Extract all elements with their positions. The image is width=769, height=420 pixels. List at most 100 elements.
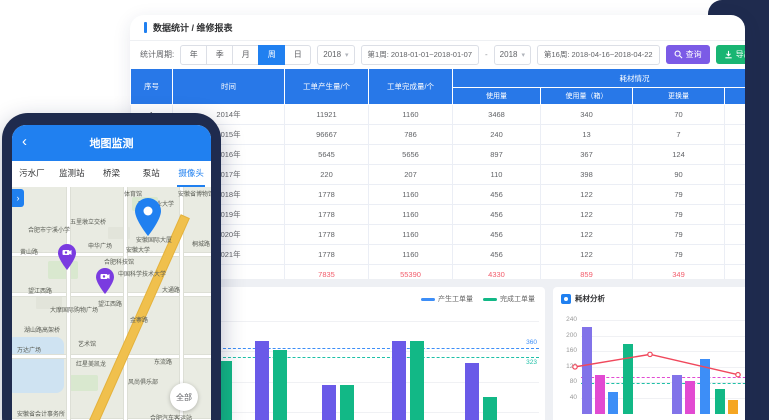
- sub-column-header: 金额: [725, 88, 746, 105]
- table-row[interactable]: 12014年1192111603468340702500: [131, 105, 746, 125]
- table-row[interactable]: 52018年177811604561227967: [131, 185, 746, 205]
- table-cell: 5656: [369, 145, 453, 165]
- consumable-bar: [715, 389, 725, 414]
- table-cell: 367: [541, 145, 633, 165]
- consumable-bar: [700, 359, 710, 414]
- bar-generated: [255, 341, 269, 420]
- table-cell: 67: [725, 245, 746, 265]
- table-cell: 5645: [285, 145, 369, 165]
- phone-tab[interactable]: 摄像头: [171, 161, 211, 187]
- all-filter-button[interactable]: 全部: [170, 383, 198, 411]
- map-label: 安徽省会计事务所: [17, 409, 65, 418]
- week-to-field[interactable]: 第16周: 2018-04-16~2018-04-22: [537, 45, 660, 65]
- table-row[interactable]: 62019年177811604561227967: [131, 205, 746, 225]
- stage: 数据统计 / 维修报表 统计周期: 年季月周日 2018 ▾ 第1周: 2018…: [0, 0, 769, 420]
- sub-column-header: 使用量: [453, 88, 541, 105]
- table-cell: 79: [633, 225, 725, 245]
- bar-generated: [392, 341, 406, 420]
- year-from-value: 2018: [323, 50, 341, 59]
- table-cell: 122: [541, 225, 633, 245]
- filter-bar: 统计周期: 年季月周日 2018 ▾ 第1周: 2018-01-01~2018-…: [130, 41, 745, 68]
- export-excel-button[interactable]: 导出Excel: [716, 45, 745, 64]
- table-cell: 3468: [453, 105, 541, 125]
- gridline: [581, 336, 745, 337]
- table-row[interactable]: 22015年96667786240137690: [131, 125, 746, 145]
- column-header: 工单完成量/个: [369, 69, 453, 105]
- period-option[interactable]: 日: [284, 45, 311, 65]
- table-cell: 1778: [285, 225, 369, 245]
- search-icon: [674, 50, 683, 59]
- map-label: 望江西路: [98, 299, 122, 308]
- table-cell: 240: [453, 125, 541, 145]
- table-cell: 690: [725, 125, 746, 145]
- year-from-select[interactable]: 2018 ▾: [317, 45, 354, 65]
- map-park-area: [70, 375, 98, 391]
- camera-pin[interactable]: [94, 267, 116, 295]
- period-option[interactable]: 季: [206, 45, 233, 65]
- year-to-select[interactable]: 2018 ▾: [494, 45, 531, 65]
- phone-screen: ‹ 地图监测 污水厂监测站桥梁泵站摄像头 体育馆安徽农业大学安徽省博物馆五里: [12, 125, 211, 420]
- map-label: 安徽省博物馆: [178, 189, 211, 198]
- period-option[interactable]: 周: [258, 45, 285, 65]
- table-cell: 19: [725, 165, 746, 185]
- phone-tab[interactable]: 泵站: [131, 161, 171, 187]
- table-cell: 122: [541, 245, 633, 265]
- sub-column-header: 使用量（箱）: [541, 88, 633, 105]
- table-row[interactable]: 32016年56455656897367124129: [131, 145, 746, 165]
- week-from-value: 第1周: 2018-01-01~2018-01-07: [368, 49, 472, 60]
- map-label: 艺术馆: [78, 339, 96, 348]
- export-button-label: 导出Excel: [736, 49, 745, 60]
- period-option[interactable]: 月: [232, 45, 259, 65]
- y-axis-tick-label: 160: [557, 347, 577, 354]
- map-label: 望江西路: [28, 286, 52, 295]
- y-axis-tick-label: 120: [557, 363, 577, 370]
- table-row[interactable]: 42017年2202071103989019: [131, 165, 746, 185]
- table-cell: 456: [453, 205, 541, 225]
- table-cell: 1160: [369, 205, 453, 225]
- workorder-chart-plot: 360323: [212, 287, 545, 420]
- table-cell: 456: [453, 225, 541, 245]
- phone-tab[interactable]: 监测站: [52, 161, 92, 187]
- period-option[interactable]: 年: [180, 45, 207, 65]
- table-cell: 897: [453, 145, 541, 165]
- table-cell: 786: [369, 125, 453, 145]
- consumable-bar: [685, 381, 695, 414]
- map-label: 申华广场: [88, 241, 112, 250]
- y-axis-tick-label: 80: [557, 378, 577, 385]
- consumables-chart-plot: 2402001601208040: [553, 287, 745, 420]
- phone-tab[interactable]: 污水厂: [12, 161, 52, 187]
- range-separator: -: [485, 50, 488, 59]
- camera-pin[interactable]: [56, 243, 78, 271]
- table-cell: 79: [633, 205, 725, 225]
- phone-tab[interactable]: 桥梁: [92, 161, 132, 187]
- week-to-value: 第16周: 2018-04-16~2018-04-22: [544, 49, 653, 60]
- table-row[interactable]: 72020年177811604561227967: [131, 225, 746, 245]
- table-cell: 1778: [285, 185, 369, 205]
- map-expand-toggle[interactable]: ›: [12, 189, 24, 207]
- back-chevron-icon[interactable]: ‹: [22, 134, 27, 149]
- column-header: 序号: [131, 69, 173, 105]
- y-axis-tick-label: 40: [557, 394, 577, 401]
- map-label: 合肥科技馆: [104, 257, 134, 266]
- table-cell: 13: [541, 125, 633, 145]
- map-label: 红星美凯龙: [76, 359, 106, 368]
- table-row[interactable]: 82021年177811604561227967: [131, 245, 746, 265]
- consumable-bar: [728, 400, 738, 414]
- query-button[interactable]: 查询: [666, 45, 710, 64]
- table-cell: 79: [633, 185, 725, 205]
- table-cell: 456: [453, 185, 541, 205]
- map-label: 黄山路: [20, 247, 38, 256]
- consumable-bar: [623, 344, 633, 414]
- map-view[interactable]: 体育馆安徽农业大学安徽省博物馆五里墩立交桥合肥市宁溪小学桐城路安徽国际大厦黄山路…: [12, 187, 211, 420]
- map-label: 金寨路: [130, 315, 148, 324]
- gridline: [581, 367, 745, 368]
- selected-camera-pin[interactable]: [132, 197, 164, 237]
- group-column-header: 耗材情况: [453, 69, 746, 88]
- bar-completed: [273, 350, 287, 420]
- map-label: 风尚俱乐部: [128, 377, 158, 386]
- workorder-bar-chart-panel: 产生工单量 完成工单量 360323: [212, 287, 545, 420]
- map-road: [124, 187, 127, 420]
- week-from-field[interactable]: 第1周: 2018-01-01~2018-01-07: [361, 45, 479, 65]
- table-cell: 456: [453, 245, 541, 265]
- table-cell: 2500: [725, 105, 746, 125]
